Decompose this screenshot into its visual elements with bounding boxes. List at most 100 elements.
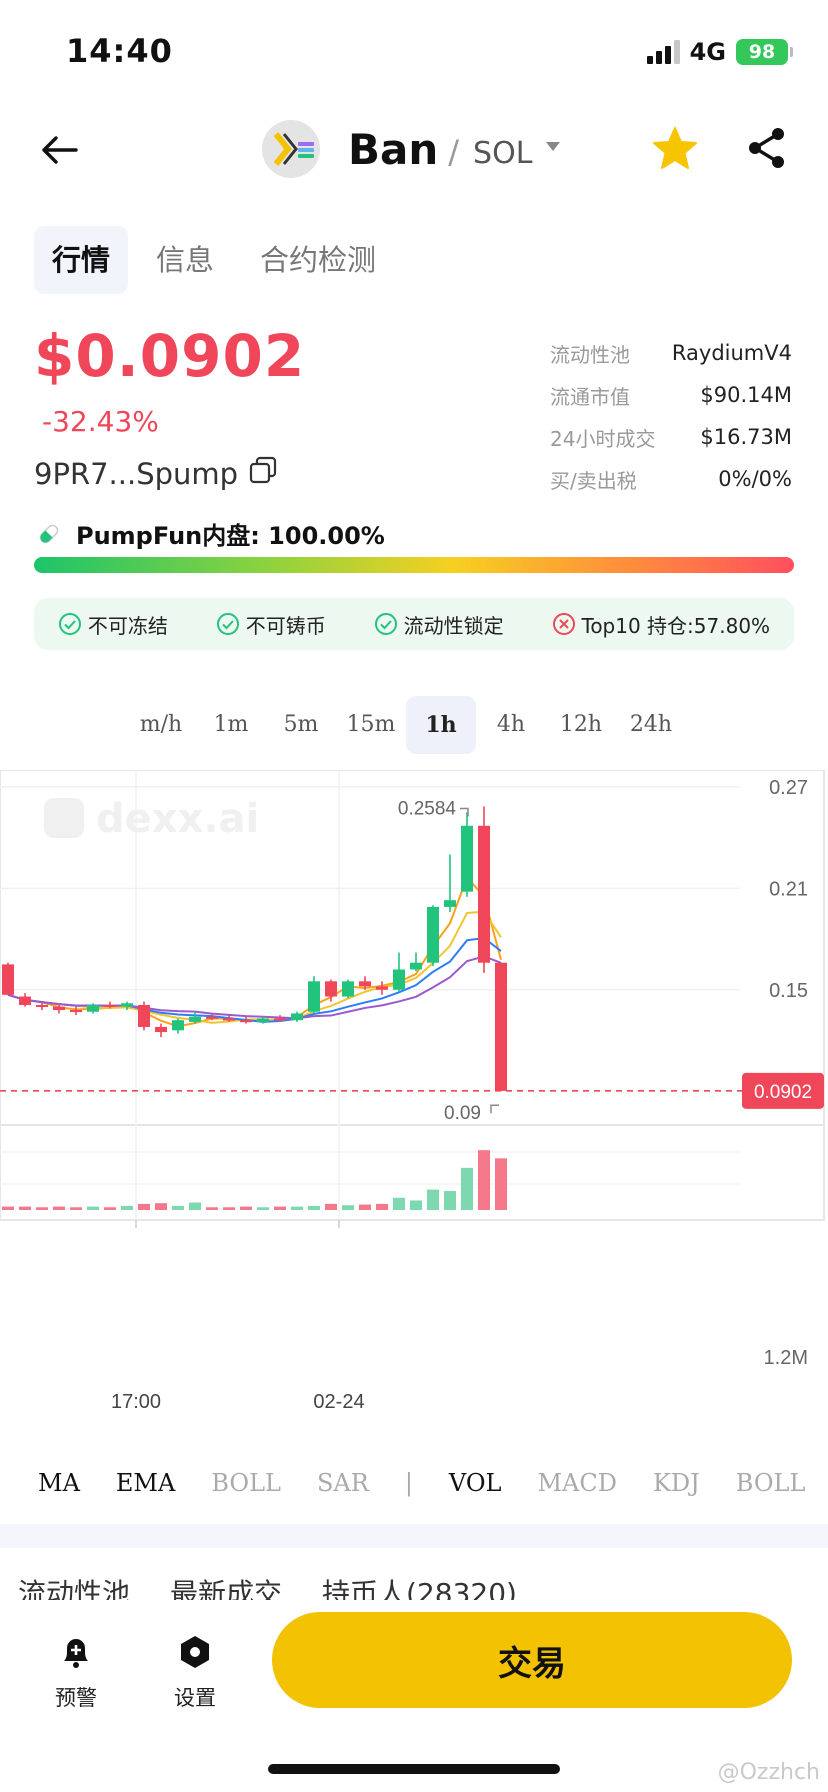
section-divider: [0, 1524, 828, 1548]
volume-bar: [291, 1206, 303, 1210]
pill-icon: [39, 524, 59, 543]
stat-value: RaydiumV4: [671, 341, 792, 365]
stat-row: 24小时成交 $16.73M: [550, 416, 792, 458]
indicator-boll[interactable]: BOLL: [211, 1469, 281, 1497]
check-circle-icon: [216, 613, 239, 635]
volume-bar: [240, 1206, 252, 1210]
volume-bar: [189, 1202, 201, 1210]
indicator-ma[interactable]: MA: [38, 1469, 80, 1497]
candle-body: [376, 986, 388, 990]
candle-body: [87, 1004, 99, 1012]
nav-header: Ban / SOL: [0, 110, 828, 190]
volume-bar: [172, 1205, 184, 1210]
check-circle-icon: [58, 613, 81, 635]
indicator-boll[interactable]: BOLL: [736, 1469, 806, 1497]
pair-quote: SOL: [473, 135, 533, 171]
volume-bar: [19, 1206, 31, 1210]
candle-body: [223, 1018, 235, 1021]
candle-body: [2, 964, 14, 995]
check-label: Top10 持仓:57.80%: [581, 613, 771, 638]
volume-bar: [325, 1203, 337, 1210]
back-button[interactable]: [36, 126, 84, 174]
interval-mh[interactable]: m/h: [126, 696, 196, 754]
volume-bar: [53, 1206, 65, 1210]
volume-bar: [138, 1203, 150, 1210]
price-chart[interactable]: 0.27 0.21 0.15 dexx.ai 0.2584 0.09 0.0902 1.2M 1…: [0, 769, 828, 1430]
volume-bar: [427, 1189, 439, 1210]
candlestick-chart: 0.27 0.21 0.15 dexx.ai 0.2584 0.09 0.0902 1.2M 1…: [0, 769, 825, 1413]
candle-body: [36, 1004, 48, 1007]
indicator-kdj[interactable]: KDJ: [653, 1469, 700, 1497]
volume-bar: [223, 1207, 235, 1210]
interval-12h[interactable]: 12h: [546, 696, 616, 754]
favorite-button[interactable]: [650, 124, 700, 174]
candle-body: [189, 1016, 201, 1022]
interval-1h[interactable]: 1h: [406, 696, 476, 754]
candle-body: [410, 962, 422, 970]
token-name: Ban: [348, 124, 439, 174]
volume-bar: [274, 1206, 286, 1210]
caret-down-icon: [546, 141, 561, 151]
share-button[interactable]: [745, 126, 789, 170]
alert-button[interactable]: 预警: [40, 1634, 112, 1712]
interval-15m[interactable]: 15m: [336, 696, 406, 754]
signal-icon: [646, 40, 680, 64]
candle-body: [478, 825, 490, 963]
indicator-sar[interactable]: SAR: [317, 1469, 369, 1497]
share-icon: [749, 128, 784, 168]
volume-bar: [410, 1200, 422, 1210]
copy-button[interactable]: [248, 455, 278, 492]
check-item: 不可铸币: [216, 610, 326, 639]
stat-row: 流通市值 $90.14M: [550, 374, 792, 416]
candle-body: [104, 1004, 116, 1007]
stat-value: 0%/0%: [718, 467, 792, 491]
stat-label: 流动性池: [550, 342, 630, 367]
candle-body: [206, 1016, 218, 1019]
check-label: 流动性锁定: [403, 613, 504, 638]
indicator-selector: MAEMABOLLSAR|VOLMACDKDJBOLLRSIOBV: [0, 1458, 828, 1508]
indicator-macd[interactable]: MACD: [537, 1469, 617, 1497]
tab-contract-check[interactable]: 合约检测: [242, 226, 394, 294]
tab-market[interactable]: 行情: [34, 226, 129, 294]
check-label: 不可铸币: [245, 613, 326, 638]
token-stats: 流动性池 RaydiumV4 流通市值 $90.14M 24小时成交 $16.73M …: [550, 332, 792, 500]
candle-body: [444, 900, 456, 907]
safety-checks: 不可冻结 不可铸币 流动性锁定 Top10 持仓:57.80%: [34, 598, 794, 650]
alert-label: 预警: [55, 1686, 97, 1710]
interval-1m[interactable]: 1m: [196, 696, 266, 754]
volume-bar: [121, 1205, 133, 1210]
indicator-vol[interactable]: VOL: [449, 1469, 502, 1497]
candle-body: [291, 1013, 303, 1021]
volume-bar: [478, 1150, 490, 1210]
volume-bar: [87, 1206, 99, 1210]
trade-button[interactable]: 交易: [272, 1612, 792, 1708]
stat-row: 买/卖出税 0%/0%: [550, 458, 792, 500]
indicator-ema[interactable]: EMA: [116, 1469, 175, 1497]
candle-body: [393, 969, 405, 990]
candle-body: [70, 1010, 82, 1013]
check-item: 流动性锁定: [374, 610, 504, 639]
check-circle-icon: [374, 613, 397, 635]
interval-5m[interactable]: 5m: [266, 696, 336, 754]
tab-info[interactable]: 信息: [138, 226, 232, 294]
stat-value: $90.14M: [700, 383, 792, 407]
interval-4h[interactable]: 4h: [476, 696, 546, 754]
interval-24h[interactable]: 24h: [616, 696, 686, 754]
token-selector[interactable]: Ban / SOL: [262, 120, 561, 178]
token-logo: [262, 120, 320, 178]
volume-bar: [104, 1207, 116, 1210]
volume-bar: [206, 1207, 218, 1210]
candle-body: [240, 1020, 252, 1023]
battery-level: 98: [748, 41, 776, 63]
stat-row: 流动性池 RaydiumV4: [550, 332, 792, 374]
high-price-label: 0.2584: [398, 799, 457, 820]
candle-body: [461, 825, 473, 892]
candle-body: [495, 962, 507, 1091]
volume-bar: [461, 1167, 473, 1210]
settings-label: 设置: [174, 1686, 216, 1710]
volume-bar: [2, 1206, 14, 1210]
check-label: 不可冻结: [87, 613, 168, 638]
candle-body: [121, 1003, 133, 1007]
candle-body: [19, 996, 31, 1005]
settings-button[interactable]: 设置: [159, 1634, 231, 1712]
